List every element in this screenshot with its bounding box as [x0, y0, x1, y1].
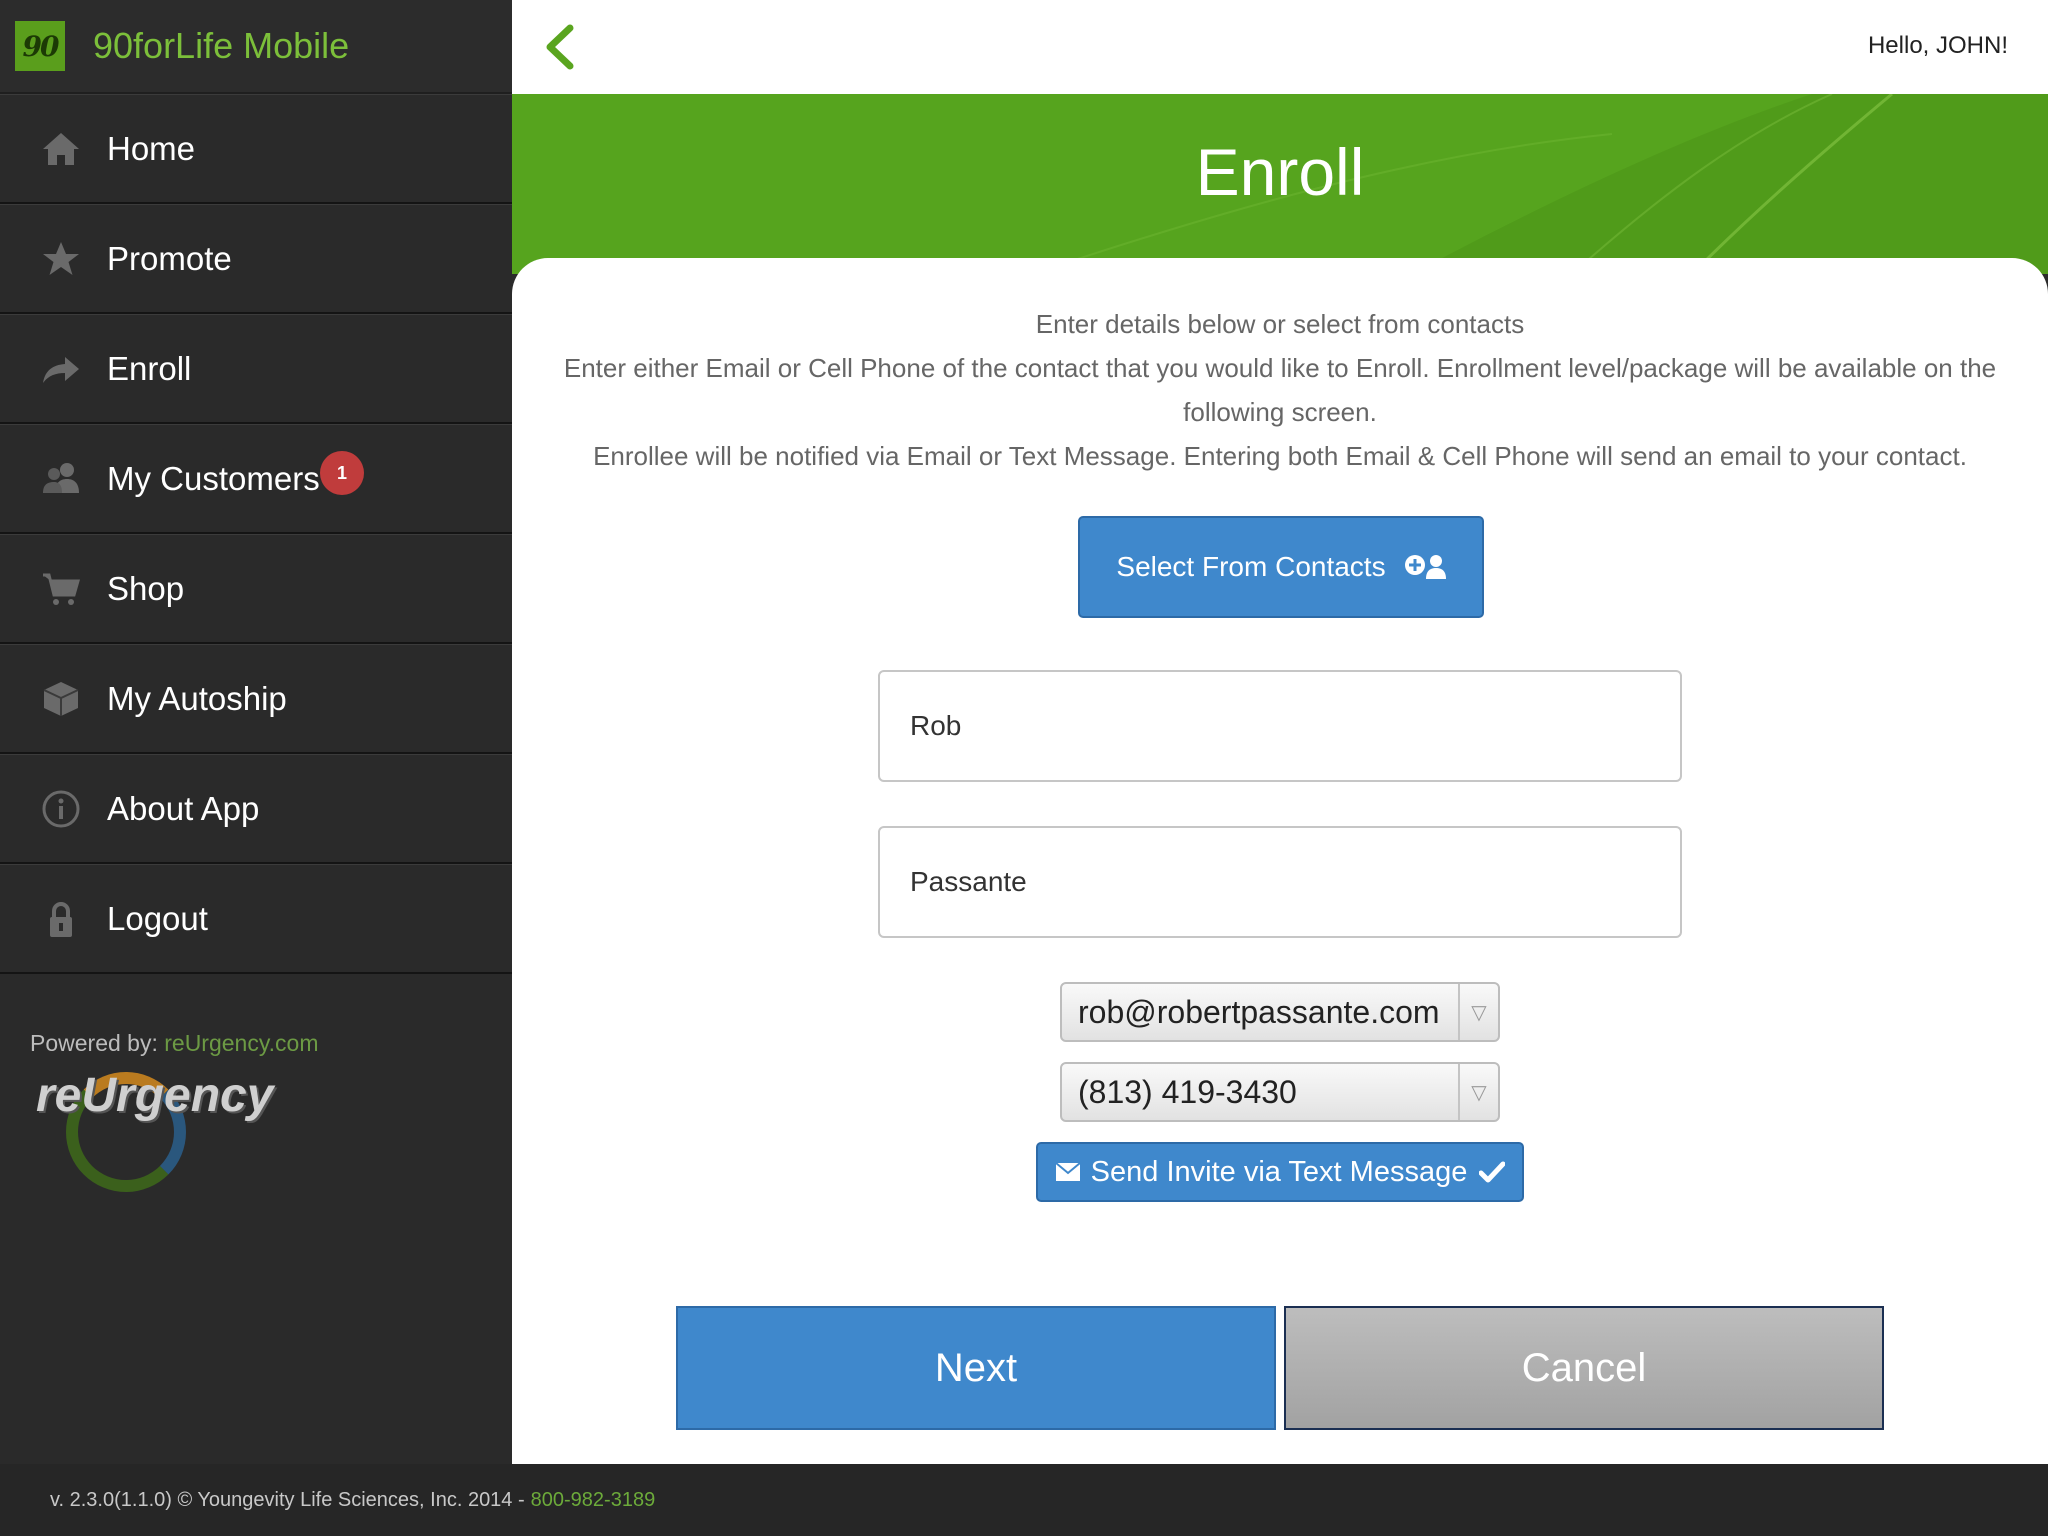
- sidebar-header: 90 90forLife Mobile: [0, 0, 512, 94]
- notification-badge: 1: [320, 451, 364, 495]
- app-title: 90forLife Mobile: [93, 25, 350, 66]
- page-banner: Enroll: [512, 94, 2048, 274]
- sidebar-item-my-autoship[interactable]: My Autoship: [0, 644, 512, 754]
- support-phone-link[interactable]: 800-982-3189: [531, 1489, 656, 1512]
- sidebar-item-my-customers[interactable]: My Customers 1: [0, 424, 512, 534]
- back-button[interactable]: [540, 24, 580, 70]
- sidebar-item-label: My Customers: [107, 459, 320, 497]
- users-icon: [41, 459, 81, 499]
- phone-select[interactable]: (813) 419-3430 ▽: [1060, 1062, 1500, 1122]
- sidebar-item-label: Enroll: [107, 349, 192, 387]
- instruction-line: Enter either Email or Cell Phone of the …: [563, 353, 1997, 427]
- email-select[interactable]: rob@robertpassante.com ▽: [1060, 982, 1500, 1042]
- powered-by-label: Powered by:: [30, 1030, 158, 1056]
- dropdown-arrow-icon: ▽: [1458, 984, 1498, 1040]
- share-arrow-icon: [41, 349, 81, 389]
- version-text: v. 2.3.0(1.1.0) © Youngevity Life Scienc…: [50, 1488, 525, 1511]
- chevron-left-icon: [546, 24, 574, 70]
- sidebar-item-label: About App: [107, 789, 260, 827]
- select-from-contacts-button[interactable]: Select From Contacts: [1078, 516, 1484, 618]
- sidebar-item-label: Logout: [107, 899, 208, 937]
- user-greeting: Hello, JOHN!: [1867, 32, 2008, 59]
- dropdown-arrow-icon: ▽: [1458, 1064, 1498, 1120]
- info-icon: [41, 789, 81, 829]
- instructions: Enter details below or select from conta…: [512, 258, 2048, 478]
- email-select-value: rob@robertpassante.com: [1078, 993, 1440, 1030]
- partner-logo-text: reUrgency: [36, 1069, 274, 1122]
- select-from-contacts-label: Select From Contacts: [1116, 551, 1386, 582]
- sidebar: 90 90forLife Mobile Home Promote Enroll …: [0, 0, 512, 1464]
- send-invite-toggle-button[interactable]: Send Invite via Text Message: [1036, 1142, 1524, 1202]
- sidebar-item-about-app[interactable]: About App: [0, 754, 512, 864]
- instruction-line: Enrollee will be notified via Email or T…: [593, 441, 1967, 471]
- sidebar-item-promote[interactable]: Promote: [0, 204, 512, 314]
- instruction-line: Enter details below or select from conta…: [1035, 309, 1525, 339]
- box-icon: [41, 679, 81, 719]
- powered-by: Powered by: reUrgency.com: [30, 1030, 318, 1057]
- sidebar-item-logout[interactable]: Logout: [0, 864, 512, 974]
- partner-logo: reUrgency: [36, 1058, 296, 1192]
- cart-icon: [41, 569, 81, 609]
- last-name-field[interactable]: [878, 826, 1682, 938]
- add-contact-icon: [1404, 555, 1446, 579]
- next-button[interactable]: Next: [676, 1306, 1276, 1430]
- sidebar-item-label: Shop: [107, 569, 185, 607]
- send-invite-label: Send Invite via Text Message: [1090, 1155, 1468, 1188]
- page-title: Enroll: [1195, 135, 1365, 209]
- enroll-form-card: Enter details below or select from conta…: [512, 258, 2048, 1464]
- sidebar-item-label: My Autoship: [107, 679, 287, 717]
- sidebar-item-enroll[interactable]: Enroll: [0, 314, 512, 424]
- footer: v. 2.3.0(1.1.0) © Youngevity Life Scienc…: [0, 1464, 2048, 1536]
- first-name-field[interactable]: [878, 670, 1682, 782]
- sidebar-item-home[interactable]: Home: [0, 94, 512, 204]
- sidebar-item-label: Promote: [107, 239, 232, 277]
- top-bar: Hello, JOHN!: [512, 0, 2048, 94]
- cancel-button[interactable]: Cancel: [1284, 1306, 1884, 1430]
- home-icon: [41, 129, 81, 169]
- powered-by-link[interactable]: reUrgency.com: [164, 1030, 318, 1056]
- envelope-icon: [1055, 1162, 1081, 1181]
- sidebar-item-label: Home: [107, 129, 196, 167]
- phone-select-value: (813) 419-3430: [1078, 1073, 1297, 1110]
- app-logo: 90: [15, 21, 65, 71]
- checkmark-icon: [1479, 1161, 1506, 1183]
- sidebar-item-shop[interactable]: Shop: [0, 534, 512, 644]
- lock-icon: [41, 899, 81, 939]
- star-icon: [41, 239, 81, 279]
